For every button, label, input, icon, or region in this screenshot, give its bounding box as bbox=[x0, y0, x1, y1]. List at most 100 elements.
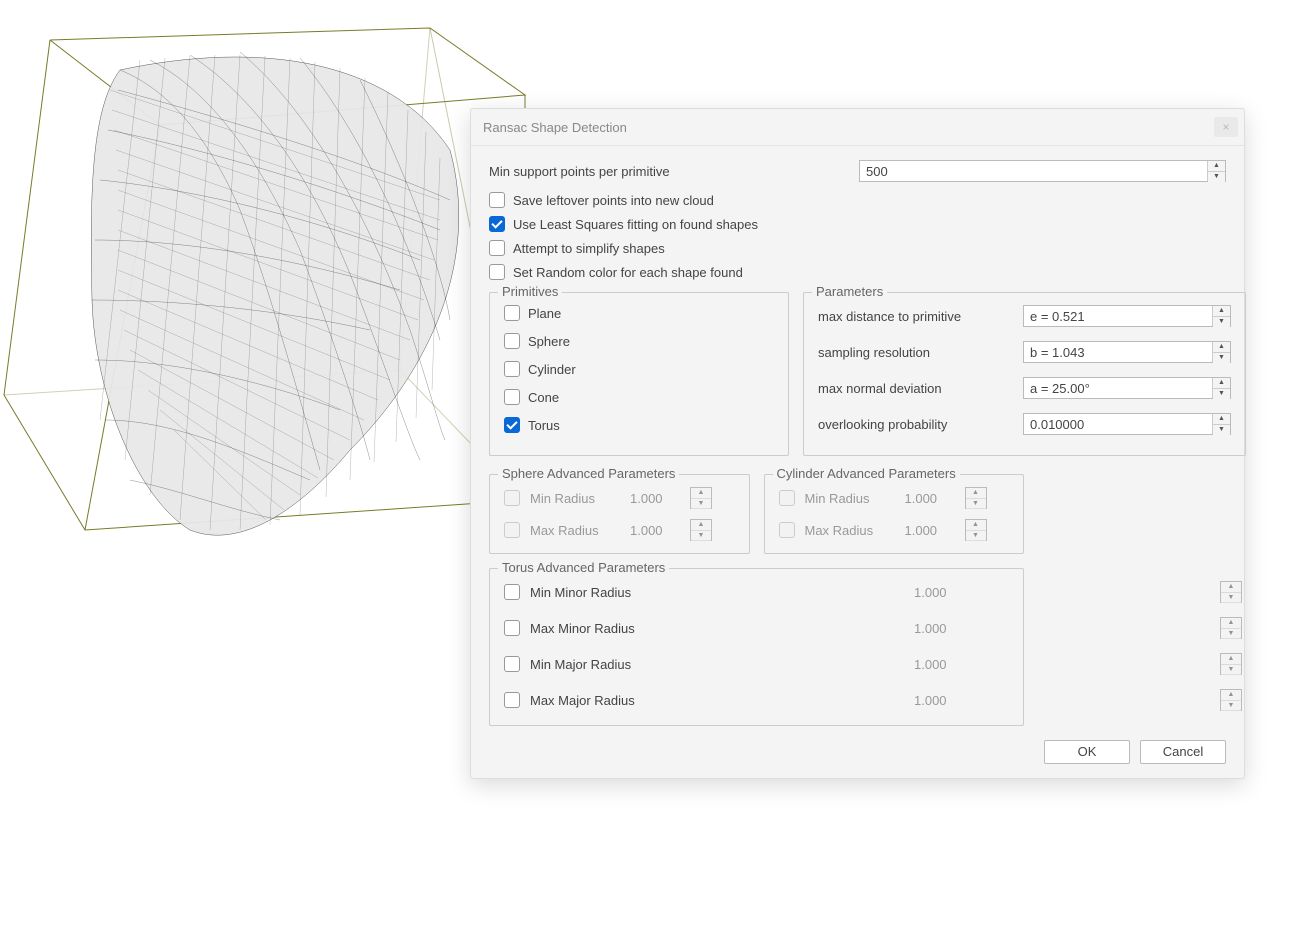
spin-up-icon: ▲ bbox=[1221, 690, 1241, 701]
overlooking-prob-label: overlooking probability bbox=[818, 417, 1013, 432]
min-minor-label: Min Minor Radius bbox=[530, 585, 760, 600]
min-support-label: Min support points per primitive bbox=[489, 164, 859, 179]
sphere-min-r-label: Min Radius bbox=[530, 491, 620, 506]
save-leftover-label: Save leftover points into new cloud bbox=[513, 193, 714, 208]
spin-down-icon[interactable]: ▼ bbox=[1213, 317, 1230, 327]
torus-adv-legend: Torus Advanced Parameters bbox=[498, 560, 669, 575]
min-major-checkbox[interactable] bbox=[504, 656, 520, 672]
ransac-dialog: Ransac Shape Detection × Min support poi… bbox=[470, 108, 1245, 779]
max-normal-dev-spin[interactable]: ▲▼ bbox=[1023, 377, 1231, 399]
plane-checkbox[interactable] bbox=[504, 305, 520, 321]
least-squares-checkbox[interactable] bbox=[489, 216, 505, 232]
spin-down-icon[interactable]: ▼ bbox=[1208, 172, 1225, 182]
titlebar: Ransac Shape Detection × bbox=[471, 109, 1244, 146]
min-major-spin: ▲▼ bbox=[1220, 653, 1242, 675]
sphere-checkbox[interactable] bbox=[504, 333, 520, 349]
spin-up-icon[interactable]: ▲ bbox=[1213, 378, 1230, 389]
spin-down-icon: ▼ bbox=[1221, 593, 1241, 603]
spin-down-icon: ▼ bbox=[966, 499, 986, 509]
cylinder-adv-group: Cylinder Advanced Parameters Min Radius … bbox=[764, 474, 1025, 554]
spin-up-icon[interactable]: ▲ bbox=[1213, 414, 1230, 425]
cylinder-checkbox[interactable] bbox=[504, 361, 520, 377]
spin-up-icon: ▲ bbox=[691, 488, 711, 499]
spin-down-icon: ▼ bbox=[691, 499, 711, 509]
cylinder-label: Cylinder bbox=[528, 362, 576, 377]
sphere-min-r-spin: ▲▼ bbox=[690, 487, 712, 509]
cyl-min-r-label: Min Radius bbox=[805, 491, 895, 506]
torus-checkbox[interactable] bbox=[504, 417, 520, 433]
sphere-max-r-label: Max Radius bbox=[530, 523, 620, 538]
max-minor-checkbox[interactable] bbox=[504, 620, 520, 636]
spin-up-icon[interactable]: ▲ bbox=[1213, 306, 1230, 317]
random-color-label: Set Random color for each shape found bbox=[513, 265, 743, 280]
max-normal-dev-label: max normal deviation bbox=[818, 381, 1013, 396]
primitives-legend: Primitives bbox=[498, 284, 562, 299]
cyl-max-r-label: Max Radius bbox=[805, 523, 895, 538]
spin-down-icon[interactable]: ▼ bbox=[1213, 425, 1230, 435]
plane-label: Plane bbox=[528, 306, 561, 321]
min-support-spin[interactable]: ▲▼ bbox=[859, 160, 1226, 182]
max-minor-value: 1.000 bbox=[770, 621, 1210, 636]
sampling-res-spin[interactable]: ▲▼ bbox=[1023, 341, 1231, 363]
spin-up-icon: ▲ bbox=[966, 488, 986, 499]
cyl-min-r-spin: ▲▼ bbox=[965, 487, 987, 509]
max-distance-label: max distance to primitive bbox=[818, 309, 1013, 324]
min-major-label: Min Major Radius bbox=[530, 657, 760, 672]
spin-down-icon[interactable]: ▼ bbox=[1213, 389, 1230, 399]
sphere-adv-group: Sphere Advanced Parameters Min Radius 1.… bbox=[489, 474, 750, 554]
sphere-adv-legend: Sphere Advanced Parameters bbox=[498, 466, 679, 481]
simplify-label: Attempt to simplify shapes bbox=[513, 241, 665, 256]
spin-up-icon: ▲ bbox=[1221, 618, 1241, 629]
max-major-checkbox[interactable] bbox=[504, 692, 520, 708]
sphere-min-r-value: 1.000 bbox=[630, 491, 680, 506]
overlooking-prob-input[interactable] bbox=[1024, 414, 1212, 434]
max-minor-spin: ▲▼ bbox=[1220, 617, 1242, 639]
close-button[interactable]: × bbox=[1214, 117, 1238, 137]
cyl-min-r-checkbox bbox=[779, 490, 795, 506]
overlooking-prob-spin[interactable]: ▲▼ bbox=[1023, 413, 1231, 435]
torus-label: Torus bbox=[528, 418, 560, 433]
cone-label: Cone bbox=[528, 390, 559, 405]
min-support-input[interactable] bbox=[860, 161, 1207, 181]
min-minor-checkbox[interactable] bbox=[504, 584, 520, 600]
cyl-max-r-checkbox bbox=[779, 522, 795, 538]
spin-down-icon: ▼ bbox=[1221, 629, 1241, 639]
cyl-max-r-spin: ▲▼ bbox=[965, 519, 987, 541]
min-minor-value: 1.000 bbox=[770, 585, 1210, 600]
spin-down-icon: ▼ bbox=[1221, 665, 1241, 675]
spin-up-icon: ▲ bbox=[1221, 654, 1241, 665]
spin-up-icon[interactable]: ▲ bbox=[1208, 161, 1225, 172]
spin-up-icon: ▲ bbox=[966, 520, 986, 531]
cyl-min-r-value: 1.000 bbox=[905, 491, 955, 506]
primitives-group: Primitives Plane Sphere Cylinder Cone To… bbox=[489, 292, 789, 456]
cyl-max-r-value: 1.000 bbox=[905, 523, 955, 538]
sampling-res-input[interactable] bbox=[1024, 342, 1212, 362]
cancel-button[interactable]: Cancel bbox=[1140, 740, 1226, 764]
sphere-label: Sphere bbox=[528, 334, 570, 349]
spin-down-icon: ▼ bbox=[966, 531, 986, 541]
ok-button[interactable]: OK bbox=[1044, 740, 1130, 764]
save-leftover-checkbox[interactable] bbox=[489, 192, 505, 208]
cone-checkbox[interactable] bbox=[504, 389, 520, 405]
max-major-label: Max Major Radius bbox=[530, 693, 760, 708]
parameters-group: Parameters max distance to primitive ▲▼ … bbox=[803, 292, 1246, 456]
sphere-max-r-spin: ▲▼ bbox=[690, 519, 712, 541]
max-distance-spin[interactable]: ▲▼ bbox=[1023, 305, 1231, 327]
sphere-min-r-checkbox bbox=[504, 490, 520, 506]
spin-up-icon: ▲ bbox=[691, 520, 711, 531]
sampling-res-label: sampling resolution bbox=[818, 345, 1013, 360]
parameters-legend: Parameters bbox=[812, 284, 887, 299]
random-color-checkbox[interactable] bbox=[489, 264, 505, 280]
max-minor-label: Max Minor Radius bbox=[530, 621, 760, 636]
sphere-max-r-value: 1.000 bbox=[630, 523, 680, 538]
min-minor-spin: ▲▼ bbox=[1220, 581, 1242, 603]
max-distance-input[interactable] bbox=[1024, 306, 1212, 326]
least-squares-label: Use Least Squares fitting on found shape… bbox=[513, 217, 758, 232]
min-major-value: 1.000 bbox=[770, 657, 1210, 672]
cylinder-adv-legend: Cylinder Advanced Parameters bbox=[773, 466, 960, 481]
spin-up-icon[interactable]: ▲ bbox=[1213, 342, 1230, 353]
spin-down-icon[interactable]: ▼ bbox=[1213, 353, 1230, 363]
max-major-spin: ▲▼ bbox=[1220, 689, 1242, 711]
max-normal-dev-input[interactable] bbox=[1024, 378, 1212, 398]
simplify-checkbox[interactable] bbox=[489, 240, 505, 256]
